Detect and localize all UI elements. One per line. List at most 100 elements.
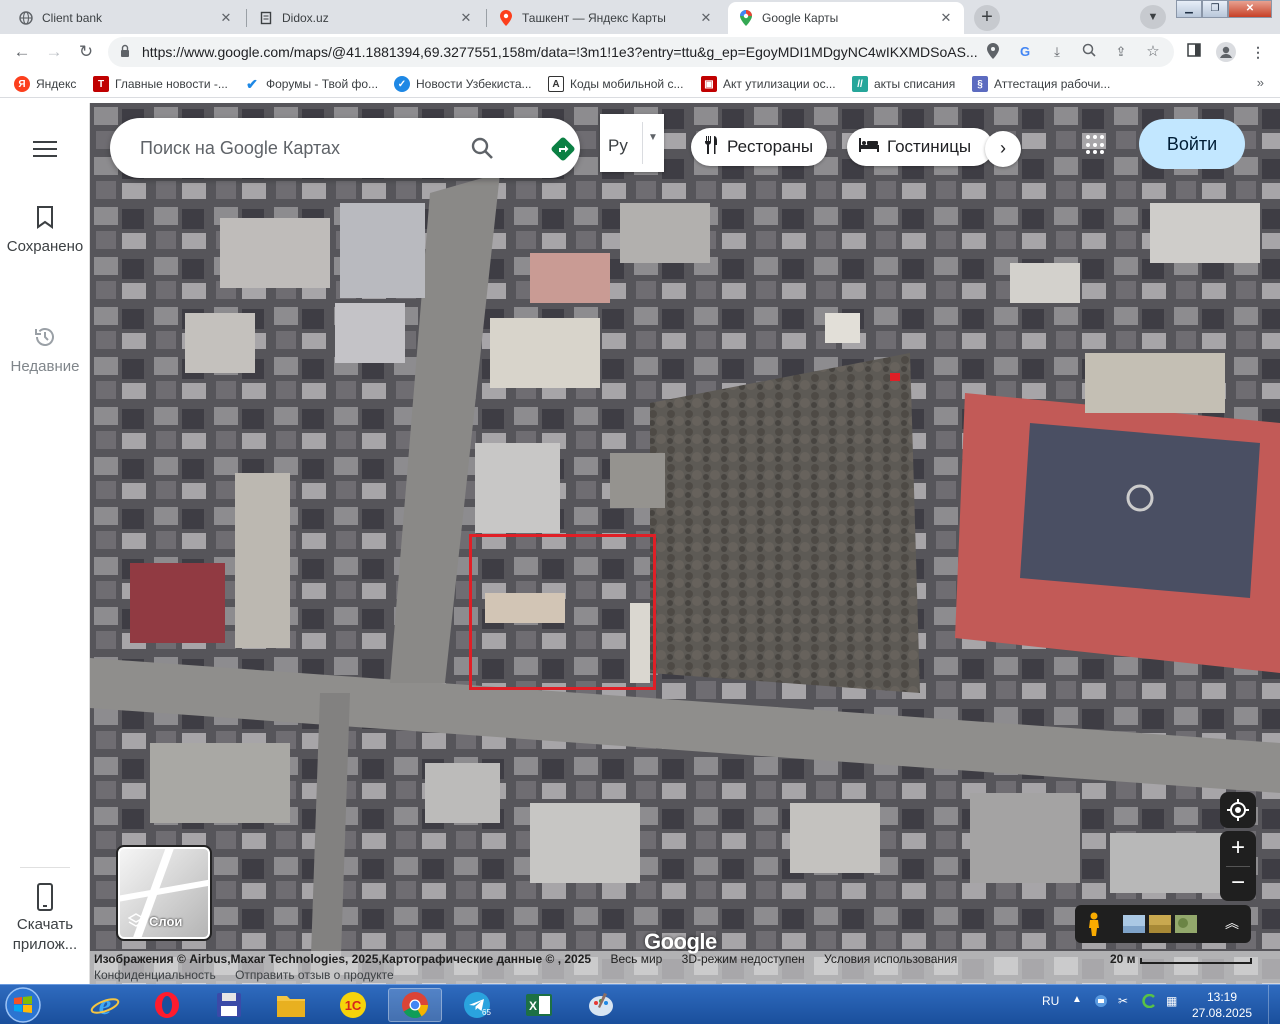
side-panel-icon[interactable] — [1184, 42, 1204, 62]
kebab-menu-icon[interactable]: ⋮ — [1248, 42, 1268, 62]
imagery-thumbnail[interactable] — [1123, 915, 1145, 933]
bookmark-star-icon[interactable]: ☆ — [1144, 43, 1162, 61]
3d-unavailable-text: 3D-режим недоступен — [681, 952, 805, 966]
zoom-out-button[interactable]: − — [1220, 866, 1256, 901]
recent-button[interactable]: Недавние — [0, 325, 90, 377]
install-app-icon[interactable]: ⤓ — [1048, 43, 1066, 61]
file-explorer-icon[interactable] — [264, 988, 318, 1022]
fork-knife-icon — [703, 135, 719, 159]
tab-separator — [246, 9, 247, 27]
tab-didox[interactable]: Didox.uz ✕ — [248, 2, 484, 34]
tab-google-maps[interactable]: Google Карты ✕ — [728, 2, 964, 34]
input-language-indicator[interactable]: RU — [1042, 994, 1059, 1008]
bookmark-label: акты списания — [874, 77, 956, 91]
1c-icon[interactable]: 1С — [326, 988, 380, 1022]
address-bar[interactable]: https://www.google.com/maps/@41.1881394,… — [108, 37, 1174, 67]
maximize-button[interactable]: ❐ — [1202, 0, 1228, 18]
telegram-icon[interactable]: 65 — [450, 988, 504, 1022]
hamburger-menu-icon[interactable] — [33, 141, 57, 159]
chevron-right-icon[interactable]: › — [985, 131, 1021, 167]
search-icon[interactable] — [470, 136, 494, 160]
attribution-bar: Изображения © Airbus,Maxar Technologies,… — [90, 951, 1280, 984]
forward-button[interactable]: → — [42, 40, 66, 64]
search-input[interactable] — [140, 136, 460, 160]
chrome-icon[interactable] — [388, 988, 442, 1022]
window-close-button[interactable]: ✕ — [1228, 0, 1272, 18]
language-input-selector[interactable]: Ру ▼ — [600, 114, 664, 172]
excel-icon[interactable]: X — [512, 988, 566, 1022]
scale-bar[interactable] — [1140, 958, 1252, 964]
pegman-icon[interactable] — [1087, 912, 1101, 936]
hotels-chip[interactable]: Гостиницы — [847, 128, 993, 166]
close-icon[interactable]: ✕ — [218, 10, 234, 26]
close-icon[interactable]: ✕ — [938, 10, 954, 26]
tray-volume-icon[interactable]: ▦ — [1166, 994, 1177, 1008]
privacy-link[interactable]: Конфиденциальность — [94, 968, 216, 982]
close-icon[interactable]: ✕ — [698, 10, 714, 26]
share-icon[interactable]: ⇪ — [1112, 43, 1130, 61]
bookmark-uz-news[interactable]: ✓ Новости Узбекиста... — [394, 75, 532, 93]
tab-search-button[interactable]: ▼ — [1140, 5, 1166, 29]
back-button[interactable]: ← — [10, 40, 34, 64]
bookmark-label: Новости Узбекиста... — [416, 77, 532, 91]
tab-title: Didox.uz — [282, 11, 329, 25]
close-icon[interactable]: ✕ — [458, 10, 474, 26]
tray-tools-icon[interactable]: ✂ — [1118, 994, 1128, 1008]
zoom-icon[interactable] — [1080, 43, 1098, 61]
floppy-save-icon[interactable] — [202, 988, 256, 1022]
feedback-link[interactable]: Отправить отзыв о продукте — [235, 968, 394, 982]
bookmark-mobile-codes[interactable]: A Коды мобильной с... — [548, 75, 683, 93]
show-desktop-button[interactable] — [1268, 985, 1280, 1025]
dropdown-arrow-icon[interactable]: ▼ — [648, 132, 658, 143]
signin-button[interactable]: Войти — [1139, 119, 1245, 169]
imagery-thumbnail[interactable] — [1149, 915, 1171, 933]
my-location-button[interactable] — [1220, 792, 1256, 828]
minimize-button[interactable]: ▁ — [1176, 0, 1202, 18]
bookmarks-overflow-icon[interactable]: » — [1257, 75, 1264, 90]
reload-button[interactable]: ↻ — [74, 40, 98, 64]
imagery-thumbnail[interactable] — [1175, 915, 1197, 933]
tab-yandex-maps[interactable]: Ташкент — Яндекс Карты ✕ — [488, 2, 724, 34]
bookmark-news[interactable]: T Главные новости -... — [93, 75, 228, 93]
restaurants-chip[interactable]: Рестораны — [691, 128, 828, 166]
system-clock[interactable]: 13:19 27.08.2025 — [1192, 989, 1252, 1021]
bookmark-attestation[interactable]: § Аттестация рабочи... — [972, 75, 1110, 93]
windows-logo-icon — [5, 987, 41, 1023]
tray-app-icon[interactable] — [1142, 993, 1156, 1011]
internet-explorer-icon[interactable]: e — [78, 988, 132, 1022]
bookmark-disposal-act[interactable]: ▣ Акт утилизации ос... — [701, 75, 836, 93]
new-tab-button[interactable]: + — [974, 5, 1000, 31]
layers-button[interactable]: Слои — [116, 845, 212, 941]
terms-link[interactable]: Условия использования — [824, 952, 957, 966]
scale-label[interactable]: 20 м — [1110, 952, 1136, 966]
language-divider — [642, 122, 643, 164]
lock-icon[interactable] — [120, 44, 130, 58]
saved-button[interactable]: Сохранено — [0, 205, 90, 257]
profile-avatar-icon[interactable] — [1216, 42, 1236, 62]
window-controls: ▁ ❐ ✕ — [1176, 0, 1272, 18]
zoom-in-button[interactable]: + — [1220, 831, 1256, 866]
bookmark-yandex[interactable]: Я Яндекс — [14, 75, 76, 93]
phone-icon — [0, 883, 90, 915]
chevron-up-icon[interactable]: ︽ — [1225, 913, 1239, 933]
satellite-map[interactable]: Ру ▼ Рестораны Гостиницы › Войти + − ︽ — [90, 103, 1280, 984]
bookmark-forum[interactable]: ✔ Форумы - Твой фо... — [244, 75, 378, 93]
bookmark-icon — [0, 205, 90, 237]
paint-icon[interactable] — [574, 988, 628, 1022]
tray-expand-icon[interactable]: ▲ — [1072, 994, 1082, 1005]
tray-network-icon[interactable] — [1094, 994, 1108, 1011]
world-link[interactable]: Весь мир — [610, 952, 662, 966]
start-button[interactable] — [4, 986, 48, 1024]
maps-search-box[interactable] — [110, 118, 580, 178]
download-app-button[interactable]: Скачать прилож... — [0, 883, 90, 955]
tab-client-bank[interactable]: Client bank ✕ — [8, 2, 244, 34]
google-translate-icon[interactable]: G — [1016, 43, 1034, 61]
clock-time: 13:19 — [1206, 990, 1238, 1004]
bookmark-write-off[interactable]: // акты списания — [852, 75, 955, 93]
directions-icon[interactable] — [550, 136, 576, 162]
location-pin-icon[interactable] — [984, 43, 1002, 61]
google-apps-icon[interactable] — [1086, 135, 1106, 155]
opera-icon[interactable] — [140, 988, 194, 1022]
url-text[interactable]: https://www.google.com/maps/@41.1881394,… — [142, 44, 982, 60]
yandex-icon: Я — [14, 76, 30, 92]
